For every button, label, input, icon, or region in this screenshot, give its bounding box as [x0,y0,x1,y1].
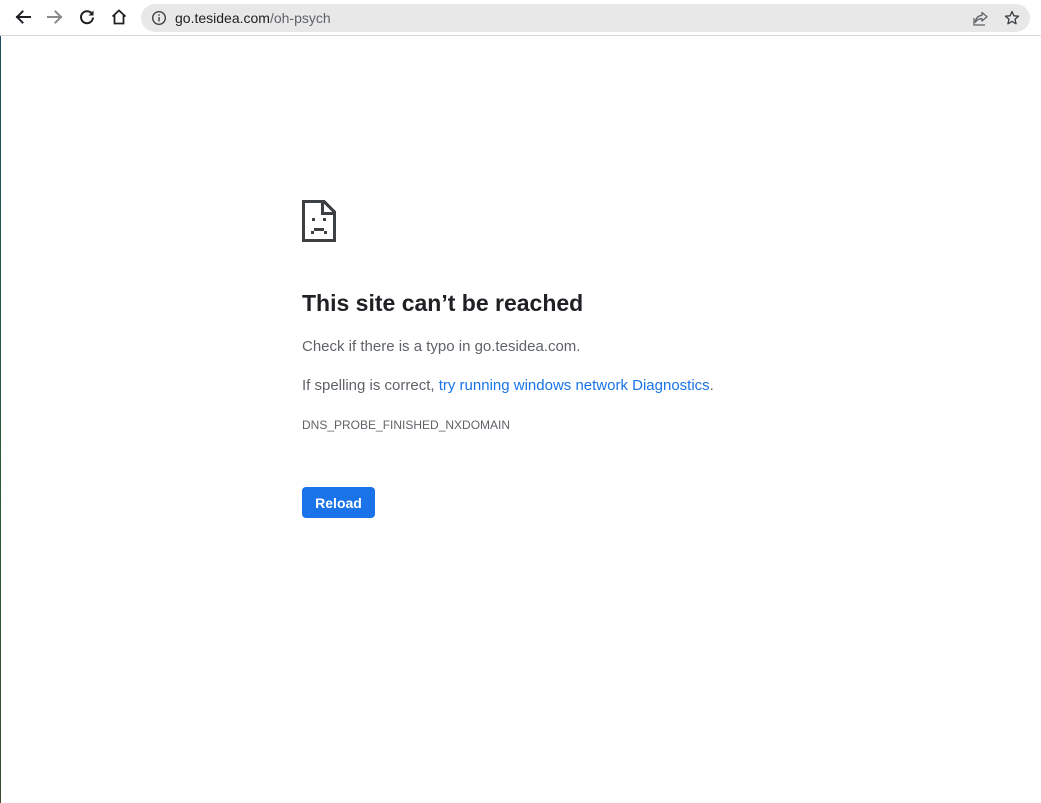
home-icon [111,9,127,25]
reload-nav-button[interactable] [72,2,102,32]
url-path: /oh-psych [269,10,331,26]
diagnostics-link[interactable]: try running windows network Diagnostics [439,377,710,394]
arrow-right-icon [47,10,63,24]
error-code: DNS_PROBE_FINISHED_NXDOMAIN [302,418,511,432]
share-button[interactable] [970,8,990,28]
forward-button[interactable] [40,2,70,32]
star-icon [1004,10,1020,25]
reload-icon [80,10,94,25]
typo-message: Check if there is a typo in go.tesidea.c… [302,338,581,355]
error-title: This site can’t be reached [302,290,584,316]
browser-window: go.tesidea.com/oh-psych This site can’t … [0,0,1041,803]
spelling-suffix: . [709,377,714,394]
url-host: go.tesidea.com [175,10,270,26]
reload-button[interactable]: Reload [302,487,375,518]
arrow-left-icon [15,10,31,24]
window-edge [0,36,1,803]
info-icon [151,10,167,26]
browser-toolbar: go.tesidea.com/oh-psych [0,0,1041,36]
url-text[interactable]: go.tesidea.com/oh-psych [175,10,331,26]
spelling-message: If spelling is correct, try running wind… [302,377,714,394]
bookmark-button[interactable] [1002,8,1022,28]
spelling-prefix: If spelling is correct, [302,377,439,394]
address-bar[interactable]: go.tesidea.com/oh-psych [141,4,1030,32]
home-button[interactable] [104,2,134,32]
site-info-button[interactable] [150,9,168,27]
sad-document-icon [302,200,336,242]
share-icon [972,11,988,26]
back-button[interactable] [8,2,38,32]
